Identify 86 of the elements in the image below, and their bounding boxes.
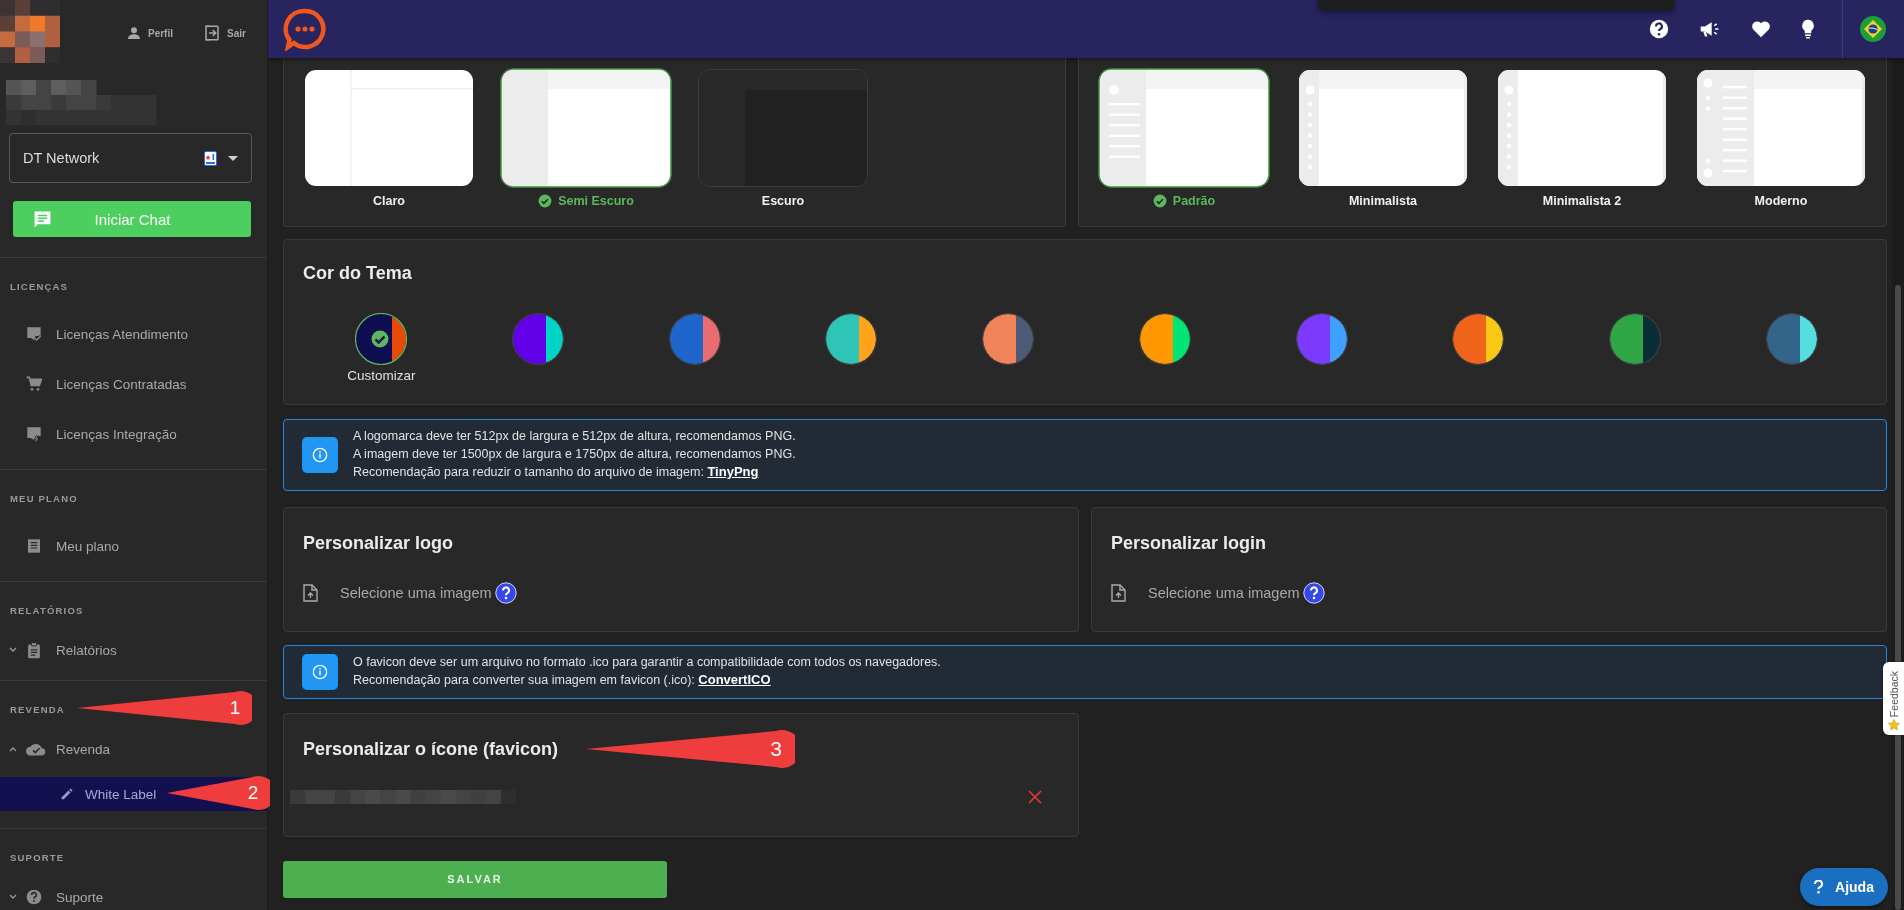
document-icon	[26, 538, 42, 554]
scrollbar[interactable]	[1892, 58, 1904, 910]
swatch-label: Customizar	[347, 368, 416, 383]
section-heading: MEU PLANO	[10, 492, 78, 506]
card-title: Personalizar o ícone (favicon)	[303, 737, 559, 760]
color-swatch[interactable]	[1452, 313, 1505, 365]
sidebar-item[interactable]: Suporte	[0, 877, 267, 910]
chat-bolt-icon	[26, 426, 42, 442]
megaphone-icon[interactable]	[1699, 19, 1721, 39]
sidebar-item[interactable]: Licenças Atendimento	[0, 309, 267, 359]
logo-icon[interactable]	[283, 7, 327, 51]
logout-link[interactable]: Sair	[203, 24, 246, 42]
workspace-dropdown[interactable]: DT Network	[9, 133, 252, 183]
flag-icon[interactable]	[1860, 16, 1886, 42]
file-upload-icon	[303, 583, 318, 602]
question-icon	[1814, 880, 1824, 894]
card-title: Personalizar login	[1111, 531, 1268, 554]
layout-option[interactable]	[1497, 69, 1667, 187]
color-swatch[interactable]	[1608, 313, 1661, 365]
file-upload-icon	[1111, 583, 1126, 602]
color-swatch[interactable]	[1138, 313, 1191, 365]
file-upload[interactable]: Selecione uma imagem	[303, 583, 492, 602]
color-swatch[interactable]	[825, 313, 878, 365]
info-text: O favicon deve ser um arquivo no formato .ico para garantir a compatibilidade com todos os navegadores.	[353, 653, 941, 671]
annotation-number: 3	[769, 736, 783, 762]
info-text: Recomendação para reduzir o tamanho do arquivo de imagem:	[353, 465, 704, 479]
section-heading: LICENÇAS	[10, 280, 69, 294]
annotation-number: 2	[246, 781, 260, 805]
chat-icon	[33, 209, 52, 229]
help-button[interactable]: Ajuda	[1800, 868, 1888, 906]
section-heading: SUPORTE	[10, 851, 65, 865]
card-title: Personalizar logo	[303, 531, 455, 554]
option-label: Minimalista 2	[1542, 194, 1622, 208]
section-heading: REVENDA	[10, 703, 65, 717]
sidebar-item[interactable]: Licenças Contratadas	[0, 359, 267, 409]
option-label: Minimalista	[1348, 194, 1418, 208]
help-icon[interactable]	[1302, 581, 1325, 604]
option-label: Escuro	[761, 194, 805, 208]
star-icon	[1887, 719, 1900, 731]
link[interactable]: TinyPng	[707, 464, 759, 479]
info-text: A logomarca deve ter 512px de largura e 512px de altura, recomendamos PNG.	[353, 428, 796, 445]
chat-check-icon	[26, 326, 42, 342]
pencil-icon	[60, 787, 74, 801]
color-swatch[interactable]	[982, 313, 1035, 365]
color-swatch[interactable]	[668, 313, 721, 365]
sidebar-item[interactable]: Relatórios	[0, 630, 267, 670]
workspace-name: DT Network	[23, 150, 101, 166]
cart-icon	[26, 376, 42, 392]
help-icon[interactable]	[1649, 19, 1669, 39]
option-label: Claro	[373, 194, 405, 208]
heart-icon[interactable]	[1751, 20, 1771, 38]
clipboard-icon	[26, 641, 42, 659]
info-icon	[302, 436, 338, 473]
section-title: Cor do Tema	[303, 262, 413, 284]
person-icon	[126, 25, 142, 41]
check-icon	[1152, 194, 1167, 208]
color-swatch[interactable]	[512, 313, 565, 365]
info-text: A imagem deve ter 1500px de largura e 1750px de altura, recomendamos PNG.	[353, 445, 796, 463]
info-icon	[302, 653, 338, 690]
section-heading: RELATÓRIOS	[10, 604, 84, 618]
theme-option[interactable]	[304, 69, 474, 187]
color-swatch[interactable]	[1765, 313, 1818, 365]
color-swatch[interactable]	[1295, 313, 1348, 365]
color-swatch[interactable]	[355, 313, 408, 365]
logout-icon	[203, 24, 221, 42]
profile-link[interactable]: Perfil	[126, 24, 173, 42]
layout-option[interactable]	[1298, 69, 1468, 187]
file-upload[interactable]: Selecione uma imagem	[1111, 583, 1300, 602]
feedback-tab[interactable]: Feedback	[1883, 662, 1904, 735]
option-label: Padrão	[1172, 194, 1216, 208]
badge-icon	[204, 150, 217, 166]
link[interactable]: ConvertICO	[698, 672, 771, 687]
sidebar-item[interactable]: Meu plano	[0, 521, 267, 571]
layout-option[interactable]	[1696, 69, 1866, 187]
sidebar-item[interactable]: Revenda	[0, 729, 267, 769]
help-icon[interactable]	[494, 581, 517, 604]
help-icon	[26, 889, 42, 905]
close-icon[interactable]	[1028, 789, 1042, 804]
option-label: Semi Escuro	[558, 194, 634, 208]
sidebar-item[interactable]: Licenças Integração	[0, 409, 267, 459]
option-label: Moderno	[1754, 194, 1808, 208]
info-text: Recomendação para converter sua imagem em favicon (.ico):	[353, 673, 695, 687]
lightbulb-icon[interactable]	[1801, 19, 1815, 39]
check-icon	[538, 194, 553, 208]
annotation-number: 1	[228, 696, 242, 720]
cloud-check-icon	[26, 742, 46, 756]
